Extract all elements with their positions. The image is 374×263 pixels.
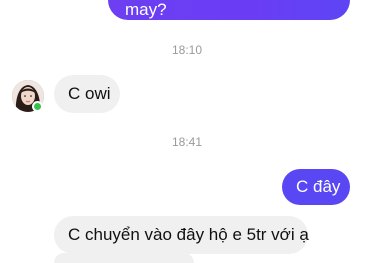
received-message-text: C chuyển vào đây hộ e 5tr với ạ	[68, 225, 309, 244]
timestamp: 18:10	[171, 43, 203, 57]
received-message-bubble[interactable]: C owi	[54, 75, 120, 113]
received-message-text: C owi	[68, 84, 111, 103]
received-message-bubble[interactable]: C chuyển vào đây hộ e 5tr với ạ	[54, 216, 309, 254]
sent-message-text: may?	[125, 0, 167, 19]
received-message-bubble-partial[interactable]	[54, 253, 194, 263]
sent-message-bubble[interactable]: C đây	[282, 169, 350, 205]
sent-message-text: C đây	[296, 177, 341, 196]
sent-message-bubble-partial[interactable]: may?	[108, 0, 350, 20]
timestamp: 18:41	[171, 135, 203, 149]
online-status-icon	[32, 101, 43, 112]
